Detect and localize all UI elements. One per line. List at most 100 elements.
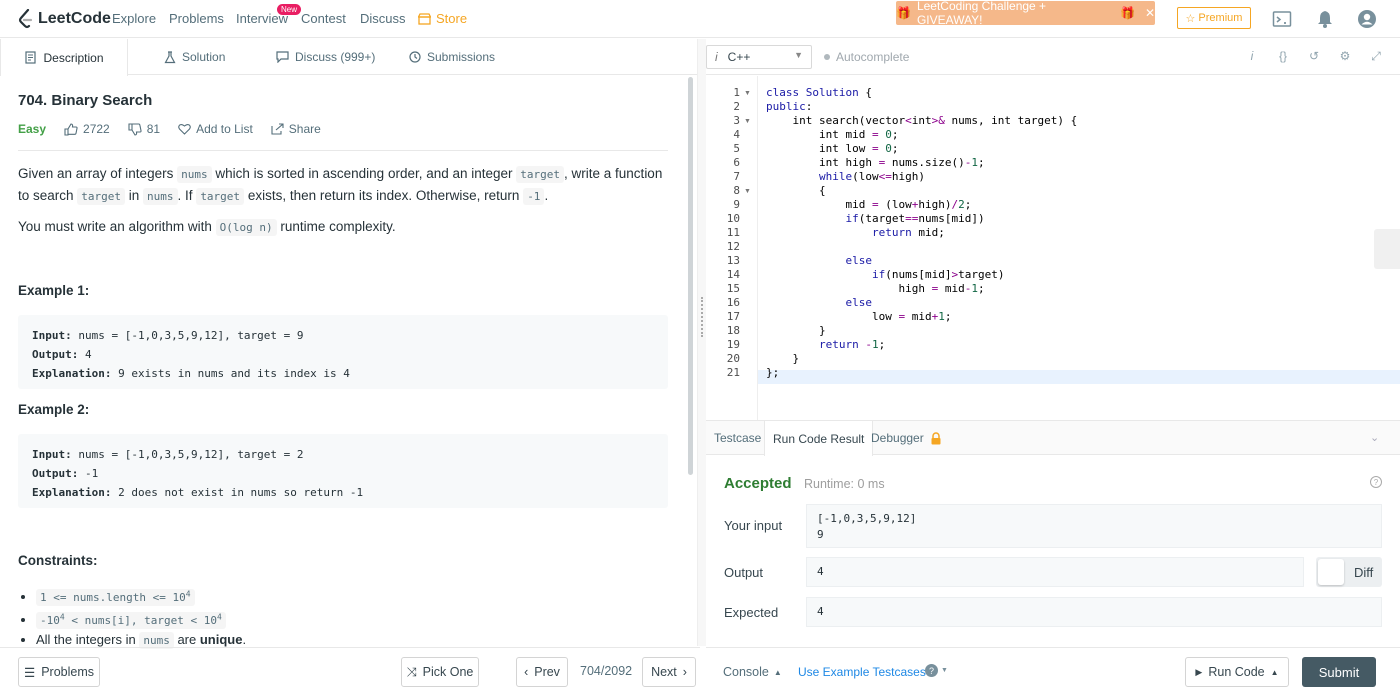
likes-count: 2722	[83, 122, 110, 136]
avatar-icon[interactable]	[1357, 9, 1377, 29]
reset-icon[interactable]: ↺	[1306, 49, 1322, 65]
help-dropdown[interactable]: ? ▼	[925, 664, 948, 677]
share-button[interactable]: Share	[271, 122, 321, 136]
like-button[interactable]: 2722	[64, 122, 110, 136]
your-input-label: Your input	[724, 518, 782, 533]
nav-problems[interactable]: Problems	[169, 11, 224, 26]
lock-icon	[930, 432, 942, 445]
inline-code: nums	[177, 166, 212, 183]
store-label: Store	[436, 11, 467, 26]
tab-submissions[interactable]: Submissions	[409, 39, 495, 75]
caret-up-icon: ▲	[774, 668, 782, 677]
code-line: {	[766, 184, 826, 198]
expected-box: 4	[806, 597, 1382, 627]
help-icon[interactable]: ?	[1370, 476, 1382, 488]
chevron-down-icon: ▼	[794, 50, 803, 60]
code-line: class Solution {	[766, 86, 872, 100]
star-icon: ☆	[1186, 12, 1196, 25]
problem-footer: ☰ Problems ⤨ Pick One ‹ Prev 704/2092 Ne…	[0, 647, 700, 692]
document-icon	[24, 51, 37, 64]
explanation-value: 9 exists in nums and its index is 4	[111, 367, 349, 380]
constraints-heading: Constraints:	[18, 553, 98, 568]
playground-icon[interactable]	[1272, 9, 1292, 29]
line-number: 5	[706, 142, 740, 155]
constraint-sup: 4	[186, 589, 191, 598]
thumbs-down-icon	[128, 123, 142, 136]
clock-icon	[409, 51, 421, 63]
code-editor[interactable]: ▼ ▼ ▼ 123456789101112131415161718192021 …	[706, 76, 1400, 420]
braces-icon[interactable]: {}	[1275, 49, 1291, 65]
constraint-item: -104 < nums[i], target < 104	[36, 607, 246, 630]
pick-one-label: Pick One	[423, 665, 474, 679]
editor-toolbar: i C++ ▼ Autocomplete i {} ↺ ⚙ ⤢	[706, 39, 1400, 75]
nav-explore[interactable]: Explore	[112, 11, 156, 26]
example-2-block: Input: nums = [-1,0,3,5,9,12], target = …	[18, 434, 668, 508]
constraint-text: -10	[40, 614, 60, 627]
expected-label: Expected	[724, 605, 778, 620]
result-status: Accepted	[724, 475, 792, 492]
code-line: };	[766, 366, 779, 380]
add-to-list-button[interactable]: Add to List	[178, 122, 253, 136]
challenge-banner[interactable]: 🎁 LeetCoding Challenge + GIVEAWAY! 🎁 ✕	[896, 1, 1155, 25]
code-line: if(nums[mid]>target)	[766, 268, 1004, 282]
console-button[interactable]: Console ▲	[723, 665, 782, 679]
language-select[interactable]: i C++ ▼	[706, 45, 812, 69]
dislike-button[interactable]: 81	[128, 122, 160, 136]
pick-one-button[interactable]: ⤨ Pick One	[401, 657, 479, 687]
nav-contest[interactable]: Contest	[301, 11, 346, 26]
line-number: 13	[706, 254, 740, 267]
inline-code: target	[196, 188, 244, 205]
submit-label: Submit	[1319, 665, 1359, 680]
output-value: 4	[78, 348, 91, 361]
problem-meta: Easy 2722 81 Add to List	[18, 122, 339, 136]
info-icon[interactable]: i	[1244, 49, 1260, 65]
help-icon: ?	[925, 664, 938, 677]
problem-description: Given an array of integers nums which is…	[18, 163, 668, 207]
settings-icon[interactable]: ⚙	[1337, 49, 1353, 65]
fold-arrow-icon[interactable]: ▼	[744, 188, 751, 195]
chevron-left-icon: ‹	[524, 665, 528, 679]
chevron-right-icon: ›	[683, 665, 687, 679]
tab-run-code-result[interactable]: Run Code Result	[764, 421, 873, 456]
use-example-testcases-link[interactable]: Use Example Testcases	[798, 665, 926, 679]
line-number: 17	[706, 310, 740, 323]
tab-debugger[interactable]: Debugger	[863, 421, 950, 455]
fold-arrow-icon[interactable]: ▼	[744, 90, 751, 97]
tab-discuss[interactable]: Discuss (999+)	[276, 39, 375, 75]
language-label: C++	[728, 50, 751, 64]
bell-icon[interactable]	[1315, 9, 1335, 29]
tab-description[interactable]: Description	[0, 39, 128, 76]
run-code-button[interactable]: ▶ Run Code ▲	[1185, 657, 1289, 687]
autocomplete-toggle[interactable]: Autocomplete	[824, 50, 909, 64]
premium-button[interactable]: ☆ Premium	[1177, 7, 1251, 29]
panel-splitter[interactable]	[697, 39, 706, 646]
line-number: 8	[706, 184, 740, 197]
line-number: 16	[706, 296, 740, 309]
tab-solution[interactable]: Solution	[164, 39, 225, 75]
desc-text: .	[544, 188, 548, 203]
close-icon[interactable]: ✕	[1145, 6, 1155, 20]
tab-testcase[interactable]: Testcase	[706, 421, 769, 455]
tab-discuss-label: Discuss (999+)	[295, 50, 375, 64]
leetcode-logo[interactable]: LeetCode	[18, 8, 111, 30]
chevron-down-icon[interactable]: ⌄	[1370, 431, 1379, 444]
nav-store[interactable]: Store	[418, 11, 467, 26]
problems-button[interactable]: ☰ Problems	[18, 657, 100, 687]
input-value: nums = [-1,0,3,5,9,12], target = 2	[72, 448, 304, 461]
next-button[interactable]: Next ›	[642, 657, 696, 687]
result-tabs: Testcase Run Code Result Debugger ⌄	[706, 420, 1400, 455]
fullscreen-icon[interactable]: ⤢	[1368, 49, 1384, 65]
submit-button[interactable]: Submit	[1302, 657, 1376, 687]
divider	[18, 150, 668, 151]
tab-run-code-result-label: Run Code Result	[773, 432, 864, 446]
tab-solution-label: Solution	[182, 50, 225, 64]
nav-discuss[interactable]: Discuss	[360, 11, 406, 26]
side-note-tab[interactable]	[1374, 229, 1400, 269]
scrollbar[interactable]	[688, 77, 693, 475]
prev-button[interactable]: ‹ Prev	[516, 657, 568, 687]
constraint-text: 1 <= nums.length <= 10	[40, 591, 186, 604]
fold-arrow-icon[interactable]: ▼	[744, 118, 751, 125]
diff-toggle[interactable]: Diff	[1316, 557, 1382, 587]
drag-handle-icon	[701, 297, 703, 337]
inline-code: -1	[523, 188, 544, 205]
